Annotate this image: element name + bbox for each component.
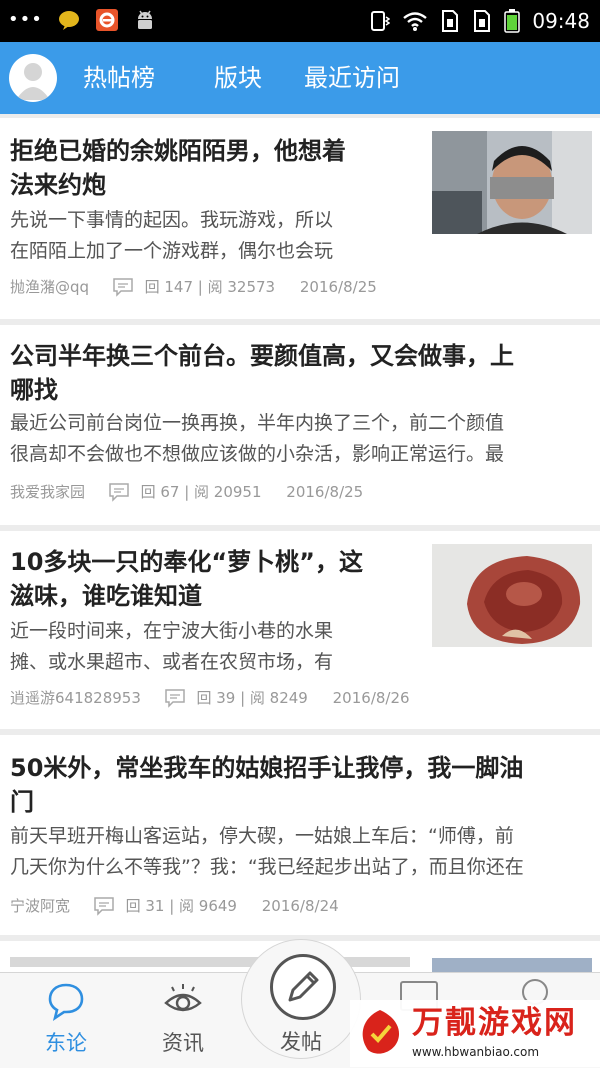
post-excerpt-line: 最近公司前台岗位一换再换，半年内换了三个，前二个颜值 xyxy=(10,412,505,434)
tab-forum[interactable]: 东论 xyxy=(11,973,121,1068)
post-meta: 逍遥游641828953 回 39 | 阅 8249 2016/8/26 xyxy=(10,687,410,708)
post-excerpt: 最近公司前台岗位一换再换，半年内换了三个，前二个颜值 很高却不会做也不想做应该做… xyxy=(10,408,504,470)
post-card[interactable]: 拒绝已婚的余姚陌陌男，他想着 法来约炮 先说一下事情的起因。我玩游戏，所以 在陌… xyxy=(0,118,600,319)
post-date: 2016/8/26 xyxy=(332,688,410,707)
post-stats: 回 147 | 阅 32573 xyxy=(144,277,276,296)
post-meta: 抛渔潴@qq 回 147 | 阅 32573 2016/8/25 xyxy=(10,276,377,297)
wifi-icon xyxy=(403,12,428,31)
post-excerpt-line: 摊、或水果超市、或者在农贸市场，有 xyxy=(10,651,334,673)
post-feed[interactable]: 拒绝已婚的余姚陌陌男，他想着 法来约炮 先说一下事情的起因。我玩游戏，所以 在陌… xyxy=(0,114,600,972)
post-author[interactable]: 逍遥游641828953 xyxy=(10,688,141,708)
vibrate-icon xyxy=(371,11,391,31)
post-excerpt-line: 先说一下事情的起因。我玩游戏，所以 xyxy=(10,209,334,231)
app-e-icon xyxy=(95,9,118,31)
default-avatar-icon xyxy=(16,63,50,100)
site-watermark: 万靓游戏网 www.hbwanbiao.com xyxy=(350,1000,600,1067)
post-meta: 宁波阿宽 回 31 | 阅 9649 2016/8/24 xyxy=(10,895,339,916)
tab-hot-posts[interactable]: 热帖榜 xyxy=(83,62,155,94)
post-excerpt: 近一段时间来，在宁波大街小巷的水果 摊、或水果超市、或者在农贸市场，有 xyxy=(10,616,333,678)
tab-forums[interactable]: 版块 xyxy=(214,62,262,94)
new-post-label: 发帖 xyxy=(280,1030,322,1054)
comment-icon xyxy=(109,482,129,502)
watermark-brand: 万靓游戏网 xyxy=(412,1005,577,1041)
post-title[interactable]: 拒绝已婚的余姚陌陌男，他想着 法来约炮 xyxy=(10,134,346,202)
post-excerpt-line: 在陌陌上加了一个游戏群，偶尔也会玩 xyxy=(10,240,334,262)
app-header: 热帖榜 版块 最近访问 xyxy=(0,42,600,114)
post-title-line: 哪找 xyxy=(10,376,58,404)
tab-news-label: 资讯 xyxy=(162,1031,204,1055)
post-date: 2016/8/25 xyxy=(286,482,364,501)
post-author[interactable]: 抛渔潴@qq xyxy=(10,277,89,297)
eye-icon xyxy=(164,984,202,1012)
post-title[interactable]: 10多块一只的奉化“萝卜桃”，这 滋味，谁吃谁知道 xyxy=(10,545,363,613)
watermark-url: www.hbwanbiao.com xyxy=(412,1045,540,1059)
post-title-line: 10多块一只的奉化“萝卜桃”，这 xyxy=(10,548,363,576)
post-card[interactable]: 公司半年换三个前台。要颜值高，又会做事，上 哪找 最近公司前台岗位一换再换，半年… xyxy=(0,325,600,525)
watermark-logo-icon xyxy=(362,1010,400,1054)
post-title-line: 拒绝已婚的余姚陌陌男，他想着 xyxy=(10,137,346,165)
post-author[interactable]: 宁波阿宽 xyxy=(10,896,70,916)
post-excerpt: 先说一下事情的起因。我玩游戏，所以 在陌陌上加了一个游戏群，偶尔也会玩 xyxy=(10,205,333,267)
comment-icon xyxy=(113,277,133,297)
post-title[interactable]: 50米外，常坐我车的姑娘招手让我停，我一脚油 门 xyxy=(10,751,523,819)
comment-icon xyxy=(94,896,114,916)
post-date: 2016/8/25 xyxy=(299,277,377,296)
post-title-line: 法来约炮 xyxy=(10,171,106,199)
clock: 09:48 xyxy=(532,9,590,33)
post-thumbnail[interactable] xyxy=(432,958,592,972)
post-date: 2016/8/24 xyxy=(261,896,339,915)
new-post-icon-ring xyxy=(270,954,336,1020)
chat-bubble-icon xyxy=(48,983,84,1021)
status-bar: ••• 09:48 xyxy=(0,0,600,42)
post-excerpt-line: 很高却不会做也不想做应该做的小杂活，影响正常运行。最 xyxy=(10,443,505,465)
post-thumbnail[interactable] xyxy=(432,131,592,234)
tab-recent-visits[interactable]: 最近访问 xyxy=(304,62,400,94)
post-excerpt-line: 几天你为什么不等我”？我：“我已经起步出站了，而且你还在 xyxy=(10,856,524,878)
selfie-photo-image xyxy=(432,131,592,234)
comment-icon xyxy=(164,688,185,708)
new-post-button[interactable]: 发帖 xyxy=(241,939,361,1059)
sim-two-icon xyxy=(474,10,491,32)
tab-forum-label: 东论 xyxy=(45,1031,87,1055)
post-stats: 回 67 | 阅 20951 xyxy=(140,482,262,501)
post-title-line: 50米外，常坐我车的姑娘招手让我停，我一脚油 xyxy=(10,754,524,782)
more-dots-icon: ••• xyxy=(8,9,43,30)
post-thumbnail[interactable] xyxy=(432,544,592,647)
post-stats: 回 31 | 阅 9649 xyxy=(125,896,237,915)
battery-icon xyxy=(504,9,521,33)
peach-photo-image xyxy=(432,544,592,647)
post-title-line: 公司半年换三个前台。要颜值高，又会做事，上 xyxy=(10,342,514,370)
post-title-line: 滋味，谁吃谁知道 xyxy=(10,582,202,610)
post-title[interactable]: 公司半年换三个前台。要颜值高，又会做事，上 哪找 xyxy=(10,339,514,407)
post-meta: 我爱我家园 回 67 | 阅 20951 2016/8/25 xyxy=(10,481,363,502)
post-card[interactable]: 10多块一只的奉化“萝卜桃”，这 滋味，谁吃谁知道 近一段时间来，在宁波大街小巷… xyxy=(0,531,600,729)
user-avatar[interactable] xyxy=(9,54,57,102)
post-excerpt: 前天早班开梅山客运站，停大碶，一姑娘上车后：“师傅，前 几天你为什么不等我”？我… xyxy=(10,821,524,883)
post-title-line: 门 xyxy=(10,788,34,816)
post-excerpt-line: 近一段时间来，在宁波大街小巷的水果 xyxy=(10,620,334,642)
pencil-icon xyxy=(288,971,319,1002)
tab-news[interactable]: 资讯 xyxy=(128,973,238,1068)
post-author[interactable]: 我爱我家园 xyxy=(10,482,85,502)
chat-notification-icon xyxy=(58,11,79,30)
sim-one-icon xyxy=(442,10,459,32)
post-card[interactable]: 50米外，常坐我车的姑娘招手让我停，我一脚油 门 前天早班开梅山客运站，停大碶，… xyxy=(0,735,600,935)
android-icon xyxy=(137,10,152,29)
post-stats: 回 39 | 阅 8249 xyxy=(196,688,308,707)
post-excerpt-line: 前天早班开梅山客运站，停大碶，一姑娘上车后：“师傅，前 xyxy=(10,825,514,847)
